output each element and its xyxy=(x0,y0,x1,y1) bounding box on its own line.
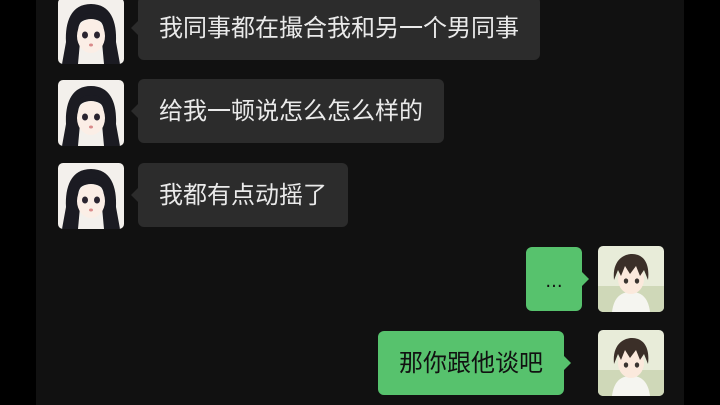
message-text: 我同事都在撮合我和另一个男同事 xyxy=(159,14,519,42)
girl-avatar-icon[interactable] xyxy=(58,0,124,64)
message-text: ... xyxy=(545,271,563,292)
message-bubble-outgoing[interactable]: ... xyxy=(526,247,589,311)
bubble-tail xyxy=(131,103,139,119)
bubble-tail xyxy=(563,355,571,371)
bubble-tail xyxy=(131,187,139,203)
boy-avatar-icon[interactable] xyxy=(598,330,664,396)
chat-area[interactable]: 我同事都在撮合我和另一个男同事 给我一顿说怎么怎么样的 我都有点动摇了 ... … xyxy=(36,0,684,405)
message-bubble-incoming[interactable]: 我都有点动摇了 xyxy=(131,163,348,227)
message-bubble-incoming[interactable]: 给我一顿说怎么怎么样的 xyxy=(131,79,444,143)
boy-avatar-icon[interactable] xyxy=(598,246,664,312)
bubble-tail xyxy=(131,20,139,36)
message-text: 我都有点动摇了 xyxy=(159,181,327,209)
girl-avatar-icon[interactable] xyxy=(58,163,124,229)
girl-avatar-icon[interactable] xyxy=(58,80,124,146)
screen: 我同事都在撮合我和另一个男同事 给我一顿说怎么怎么样的 我都有点动摇了 ... … xyxy=(0,0,720,405)
message-bubble-incoming[interactable]: 我同事都在撮合我和另一个男同事 xyxy=(131,0,540,60)
message-text: 给我一顿说怎么怎么样的 xyxy=(159,97,423,125)
message-bubble-outgoing[interactable]: 那你跟他谈吧 xyxy=(378,331,571,395)
bubble-tail xyxy=(581,271,589,287)
message-text: 那你跟他谈吧 xyxy=(399,349,543,377)
